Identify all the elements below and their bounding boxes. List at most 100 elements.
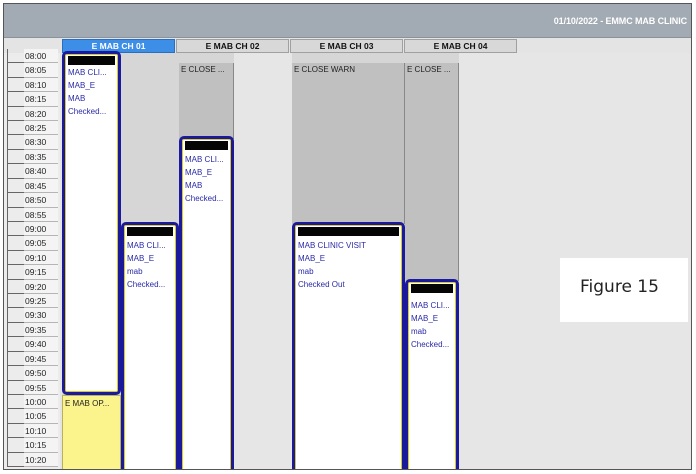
time-slot-row: 08:25 bbox=[4, 121, 60, 136]
time-tick bbox=[7, 106, 24, 122]
time-label: 09:00 bbox=[24, 221, 58, 237]
appointment-line: Checked... bbox=[127, 280, 166, 289]
op-block-ch01[interactable]: E MAB OP... bbox=[62, 395, 121, 469]
time-label: 08:05 bbox=[24, 63, 58, 78]
time-tick bbox=[7, 380, 24, 395]
time-tick bbox=[7, 423, 24, 439]
close-block-label: E CLOSE WARN bbox=[294, 65, 356, 74]
time-label: 09:20 bbox=[24, 279, 58, 295]
appointment-line: MAB_E bbox=[127, 254, 155, 263]
time-slot-row: 09:45 bbox=[4, 351, 60, 367]
appointment-ch04-a[interactable]: MAB CLI... MAB_E mab Checked... bbox=[405, 279, 459, 469]
time-label: 08:30 bbox=[24, 135, 58, 150]
time-tick bbox=[7, 308, 24, 323]
appointment-line: MAB bbox=[68, 94, 86, 103]
time-label: 09:55 bbox=[24, 380, 58, 395]
time-slot-row: 08:30 bbox=[4, 135, 60, 150]
time-tick bbox=[7, 207, 24, 222]
appointment-line: mab bbox=[298, 267, 314, 276]
appointment-ch03-a[interactable]: MAB CLINIC VISIT MAB_E mab Checked Out bbox=[292, 222, 405, 469]
figure-caption: Figure 15 bbox=[580, 277, 659, 297]
close-block-ch02[interactable]: E CLOSE ... bbox=[179, 63, 234, 139]
scheduler-window: 01/10/2022 - EMMC MAB CLINIC E MAB CH 01… bbox=[3, 3, 692, 470]
time-slot-row: 09:05 bbox=[4, 236, 60, 251]
time-slot-row: 08:20 bbox=[4, 106, 60, 122]
time-label: 10:10 bbox=[24, 423, 58, 439]
time-tick bbox=[7, 178, 24, 194]
time-tick bbox=[7, 193, 24, 208]
time-label: 08:40 bbox=[24, 164, 58, 179]
appointment-line: mab bbox=[411, 327, 427, 336]
appointment-ch02-a[interactable]: MAB CLI... MAB_E MAB Checked... bbox=[179, 136, 234, 469]
appointment-line: MAB CLINIC VISIT bbox=[298, 241, 367, 250]
appointment-line: mab bbox=[127, 267, 143, 276]
time-tick bbox=[7, 394, 24, 410]
appointment-line: MAB_E bbox=[68, 81, 96, 90]
close-block-ch04[interactable]: E CLOSE ... bbox=[405, 63, 459, 281]
appointment-line: MAB CLI... bbox=[68, 68, 107, 77]
time-slot-row: 09:35 bbox=[4, 322, 60, 338]
appointment-line: Checked... bbox=[411, 340, 450, 349]
time-label: 08:00 bbox=[24, 49, 58, 64]
time-slot-row: 10:10 bbox=[4, 423, 60, 439]
slot-column-ch02-b[interactable] bbox=[234, 53, 292, 469]
appointment-line: MAB CLI... bbox=[411, 301, 450, 310]
time-slot-row: 10:00 bbox=[4, 394, 60, 410]
time-tick bbox=[7, 121, 24, 136]
time-tick bbox=[7, 337, 24, 352]
time-tick bbox=[7, 438, 24, 453]
time-slot-row: 09:30 bbox=[4, 308, 60, 323]
time-label: 09:35 bbox=[24, 322, 58, 338]
appointment-line: MAB bbox=[185, 181, 203, 190]
time-label: 10:20 bbox=[24, 452, 58, 467]
time-slot-row: 09:20 bbox=[4, 279, 60, 295]
time-tick bbox=[7, 279, 24, 295]
time-slot-row: 08:45 bbox=[4, 178, 60, 194]
appointment-line: Checked Out bbox=[298, 280, 345, 289]
time-tick bbox=[7, 149, 24, 165]
appointment-ch01-a[interactable]: MAB CLI... MAB_E MAB Checked... bbox=[62, 51, 121, 395]
appointment-line: MAB_E bbox=[298, 254, 326, 263]
close-block-label: E CLOSE ... bbox=[407, 65, 451, 74]
time-label: 09:45 bbox=[24, 351, 58, 367]
time-label: 10:00 bbox=[24, 394, 58, 410]
time-slot-row: 09:40 bbox=[4, 337, 60, 352]
appointment-header-bar bbox=[298, 227, 399, 236]
time-label: 10:05 bbox=[24, 409, 58, 424]
time-slot-row: 09:00 bbox=[4, 221, 60, 237]
time-label: 08:15 bbox=[24, 92, 58, 107]
time-label: 08:25 bbox=[24, 121, 58, 136]
time-tick bbox=[7, 164, 24, 179]
close-block-ch03[interactable]: E CLOSE WARN bbox=[292, 63, 405, 224]
time-slot-row: 08:00 bbox=[4, 49, 60, 64]
column-header-ch04[interactable]: E MAB CH 04 bbox=[404, 39, 517, 53]
time-tick bbox=[7, 351, 24, 367]
time-tick bbox=[7, 63, 24, 78]
time-tick bbox=[7, 92, 24, 107]
time-tick bbox=[7, 366, 24, 381]
appointment-header-bar bbox=[185, 141, 228, 150]
time-label: 09:05 bbox=[24, 236, 58, 251]
appointment-line: Checked... bbox=[185, 194, 224, 203]
appointment-ch01-b[interactable]: MAB CLI... MAB_E mab Checked... bbox=[121, 222, 179, 469]
time-label: 09:10 bbox=[24, 250, 58, 266]
time-tick bbox=[7, 221, 24, 237]
appointment-header-bar bbox=[127, 227, 173, 236]
time-tick bbox=[7, 322, 24, 338]
window-title: 01/10/2022 - EMMC MAB CLINIC bbox=[553, 16, 687, 26]
appointment-line: MAB_E bbox=[185, 168, 213, 177]
time-tick bbox=[7, 294, 24, 309]
column-header-ch03[interactable]: E MAB CH 03 bbox=[290, 39, 403, 53]
time-label: 09:25 bbox=[24, 294, 58, 309]
time-label: 08:55 bbox=[24, 207, 58, 222]
time-tick bbox=[7, 49, 24, 64]
time-slot-row: 10:15 bbox=[4, 438, 60, 453]
close-block-label: E CLOSE ... bbox=[181, 65, 225, 74]
time-label: 08:20 bbox=[24, 106, 58, 122]
time-slot-row: 09:15 bbox=[4, 265, 60, 280]
time-label: 09:30 bbox=[24, 308, 58, 323]
appointment-line: MAB_E bbox=[411, 314, 439, 323]
time-slot-row: 08:55 bbox=[4, 207, 60, 222]
title-bar: 01/10/2022 - EMMC MAB CLINIC bbox=[4, 4, 691, 38]
column-header-ch02[interactable]: E MAB CH 02 bbox=[176, 39, 289, 53]
